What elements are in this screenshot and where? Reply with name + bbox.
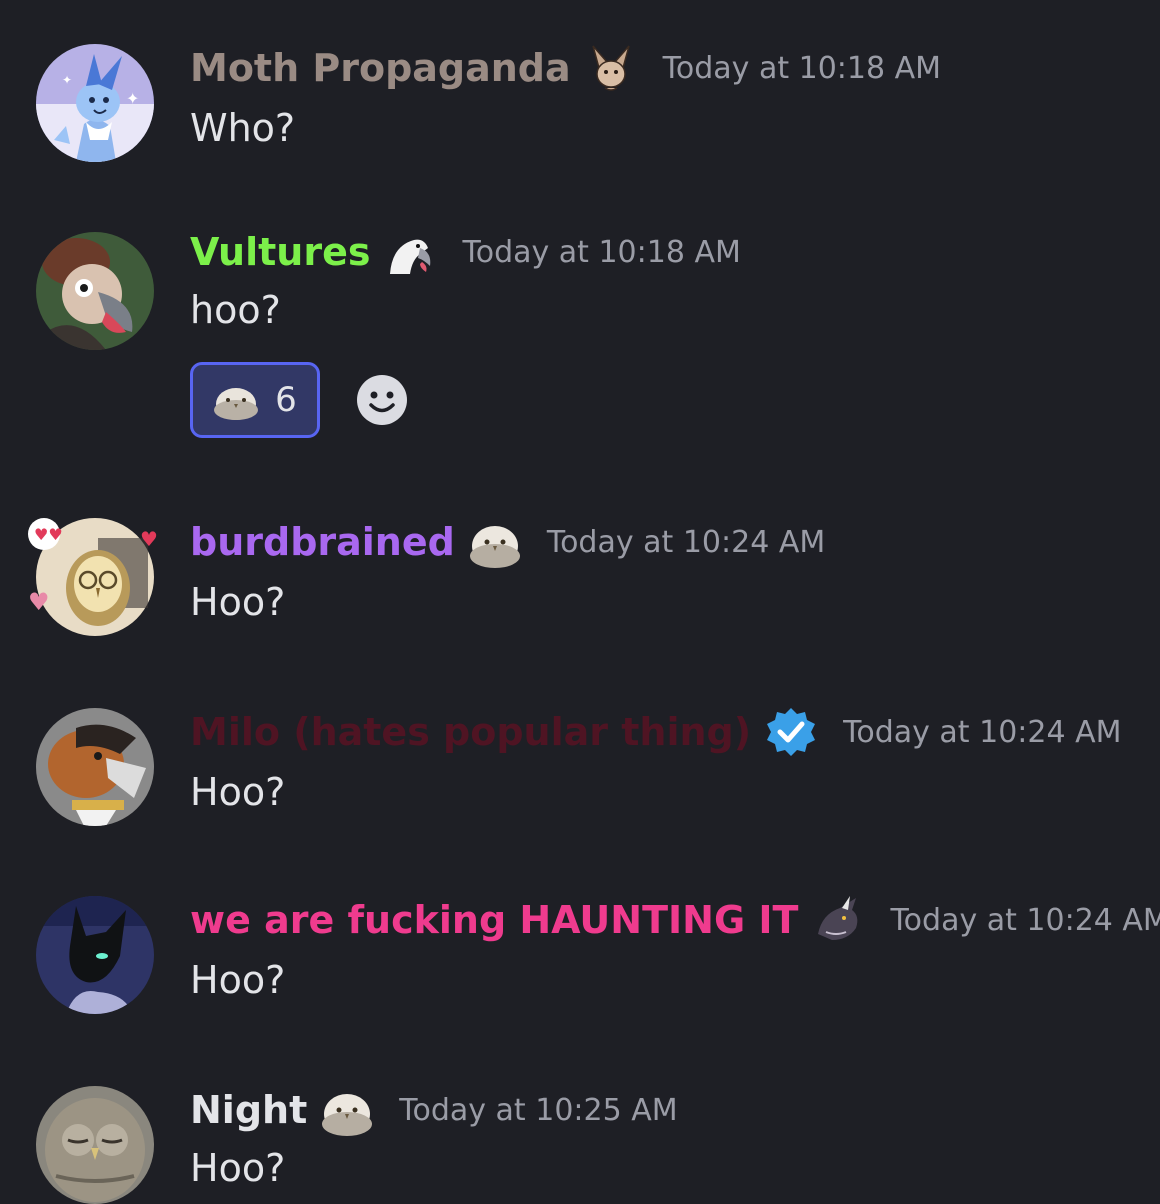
timestamp: Today at 10:25 AM xyxy=(399,1092,678,1128)
svg-text:♥: ♥ xyxy=(28,588,50,616)
message-text: Hoo? xyxy=(190,770,286,814)
timestamp: Today at 10:24 AM xyxy=(843,714,1122,750)
reaction-button[interactable]: 6 xyxy=(190,362,320,438)
message-text: Hoo? xyxy=(190,580,286,624)
owl-icon xyxy=(469,516,521,568)
verified-check-icon xyxy=(765,706,817,758)
avatar[interactable] xyxy=(36,1086,154,1204)
message-text: hoo? xyxy=(190,288,281,332)
username[interactable]: Moth Propaganda xyxy=(190,46,571,90)
avatar[interactable]: ♥♥ ♥ ♥ xyxy=(28,518,158,636)
vulture-icon xyxy=(384,226,436,278)
avatar[interactable] xyxy=(36,896,154,1014)
add-reaction-smiley-icon[interactable] xyxy=(356,374,408,426)
username[interactable]: burdbrained xyxy=(190,520,455,564)
owl-icon xyxy=(321,1084,373,1136)
timestamp: Today at 10:18 AM xyxy=(662,50,942,86)
timestamp: Today at 10:18 AM xyxy=(462,234,741,270)
avatar[interactable] xyxy=(36,232,154,350)
svg-text:✦: ✦ xyxy=(126,89,139,108)
username[interactable]: we are fucking HAUNTING IT xyxy=(190,898,798,942)
svg-text:♥♥: ♥♥ xyxy=(34,525,63,544)
username[interactable]: Milo (hates popular thing) xyxy=(190,710,751,754)
avatar[interactable] xyxy=(36,708,154,826)
message-text: Who? xyxy=(190,106,296,150)
username[interactable]: Night xyxy=(190,1088,307,1132)
message-text: Hoo? xyxy=(190,1146,286,1190)
reaction-count: 6 xyxy=(275,380,297,420)
dragon-icon xyxy=(812,894,864,946)
timestamp: Today at 10:24 AM xyxy=(546,524,826,560)
username[interactable]: Vultures xyxy=(190,230,370,274)
owl-emoji xyxy=(213,380,259,420)
avatar[interactable]: ✦ ✦ xyxy=(36,44,154,162)
timestamp: Today at 10:24 AM xyxy=(890,902,1160,938)
svg-text:♥: ♥ xyxy=(140,527,158,551)
moth-bunny-icon xyxy=(585,42,637,94)
svg-text:✦: ✦ xyxy=(62,73,72,87)
message-text: Hoo? xyxy=(190,958,286,1002)
